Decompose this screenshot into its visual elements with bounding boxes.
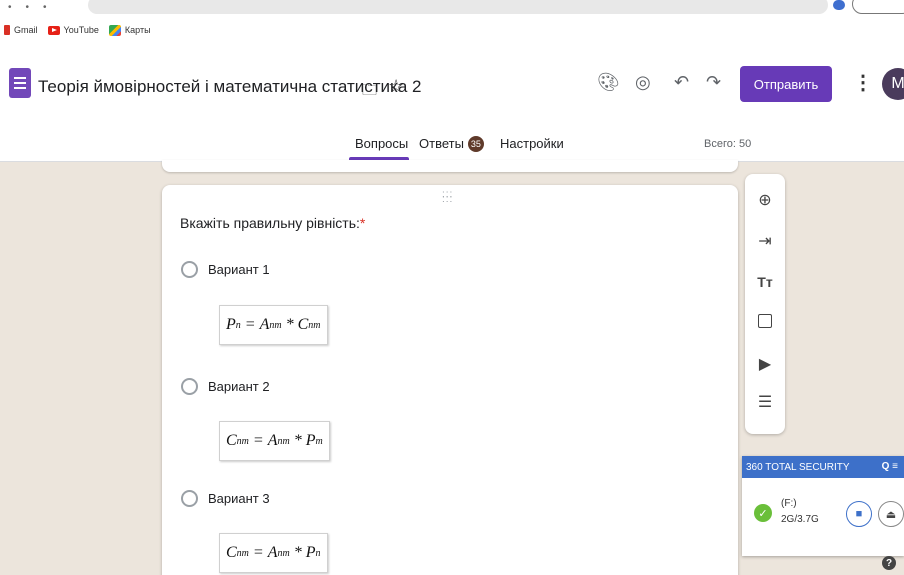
add-section-icon[interactable]: ☰ [745,392,785,412]
send-button[interactable]: Отправить [740,66,832,102]
previous-question-card[interactable] [162,160,738,172]
option-label: Вариант 2 [208,379,270,394]
undo-icon[interactable]: ↶ [674,72,689,93]
bookmark-label: Карты [124,25,151,35]
option-1[interactable]: Вариант 1 [181,261,270,278]
question-text: Вкажіть правильну рівність: [180,215,360,231]
bookmark-label: Gmail [14,25,38,35]
radio-button[interactable] [181,261,198,278]
forms-header: Теорія ймовірностей і математична статис… [0,42,904,162]
open-folder-icon[interactable]: ■ [846,501,872,527]
add-video-icon[interactable]: ▶ [745,354,785,374]
browser-profile-button[interactable] [852,0,904,14]
option-label: Вариант 1 [208,262,270,277]
bookmark-gmail[interactable]: Gmail [4,25,38,35]
more-options-icon[interactable]: ⋮ [853,70,873,95]
gmail-icon [4,25,10,35]
drag-handle-icon[interactable]: :::::: [442,190,453,205]
star-icon[interactable]: ☆ [388,76,404,97]
check-icon: ✓ [754,504,772,522]
option-3[interactable]: Вариант 3 [181,490,270,507]
tab-settings[interactable]: Настройки [500,136,564,151]
redo-icon[interactable]: ↷ [706,72,721,93]
drive-label: (F:) [781,498,797,509]
forms-logo-icon[interactable] [9,68,31,98]
youtube-icon [47,25,60,35]
folder-icon[interactable]: 🗀 [362,80,377,105]
add-title-icon[interactable]: Tт [745,274,785,290]
bookmark-maps[interactable]: Карты [108,24,151,36]
add-image-icon[interactable] [745,314,785,333]
option-2-formula-image: Cnm = Anm * Pm [219,421,330,461]
address-bar[interactable] [88,0,828,14]
bookmark-youtube[interactable]: YouTube [47,25,99,35]
security-popup: 360 TOTAL SECURITY Q ≡ ✓ (F:) 2G/3.7G ■ … [742,456,904,556]
bookmarks-bar: Gmail YouTube Карты [0,18,904,42]
drive-size: 2G/3.7G [781,514,819,525]
radio-button[interactable] [181,490,198,507]
option-1-formula-image: Pn = Anm * Cnm [219,305,328,345]
import-questions-icon[interactable]: ⇥ [745,231,785,251]
radio-button[interactable] [181,378,198,395]
browser-toolbar: ••• [0,0,904,18]
option-label: Вариант 3 [208,491,270,506]
security-menu-icons[interactable]: Q ≡ [882,461,898,472]
question-title: Вкажіть правильну рівність:* [180,215,365,231]
form-tabs: Вопросы Ответы 35 Настройки Всего: 50 [0,132,904,162]
total-points: Всего: 50 [704,138,752,150]
tab-answers[interactable]: Ответы 35 [419,136,484,152]
answers-count-badge: 35 [467,136,484,152]
add-question-icon[interactable]: ⊕ [745,190,785,210]
eject-icon[interactable]: ⏏ [878,501,904,527]
palette-icon[interactable]: 🎨︎ [597,72,620,93]
question-card[interactable]: :::::: Вкажіть правильну рівність:* Вари… [162,185,738,575]
tab-questions[interactable]: Вопросы [355,136,408,151]
option-2[interactable]: Вариант 2 [181,378,270,395]
security-popup-header: 360 TOTAL SECURITY Q ≡ [742,456,904,478]
help-icon[interactable]: ? [882,556,896,570]
browser-nav-icons[interactable]: ••• [8,2,61,13]
required-mark: * [359,215,366,231]
bookmark-label: YouTube [63,25,99,35]
extension-icon[interactable] [833,0,845,10]
security-popup-title: 360 TOTAL SECURITY [746,461,850,473]
maps-icon [108,24,121,36]
preview-eye-icon[interactable]: ◎ [635,72,651,93]
option-3-formula-image: Cnm = Anm * Pn [219,533,328,573]
tab-answers-label: Ответы [419,136,464,151]
avatar[interactable]: M [882,68,904,100]
side-toolbar: ⊕ ⇥ Tт ▶ ☰ [745,174,785,434]
